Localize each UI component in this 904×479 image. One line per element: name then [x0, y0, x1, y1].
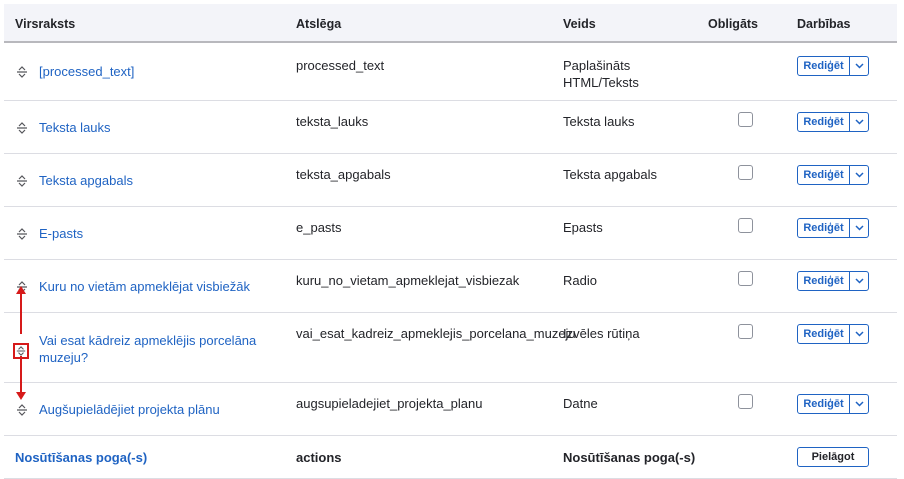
- column-header-key: Atslēga: [296, 17, 342, 31]
- drag-handle-icon[interactable]: [16, 280, 28, 294]
- actions-key: actions: [296, 450, 342, 465]
- column-header-operations: Darbības: [797, 17, 851, 31]
- operations-dropbutton: Rediģēt: [797, 394, 869, 414]
- required-checkbox[interactable]: [738, 324, 753, 339]
- element-key: teksta_lauks: [296, 114, 369, 129]
- edit-button[interactable]: Rediģēt: [798, 166, 849, 184]
- element-title-link[interactable]: Teksta apgabals: [39, 172, 133, 189]
- chevron-down-icon[interactable]: [849, 166, 868, 184]
- element-title-link[interactable]: [processed_text]: [39, 63, 134, 80]
- table-row: Augšupielādējiet projekta plānu augsupie…: [4, 383, 897, 436]
- drag-handle-icon[interactable]: [16, 174, 28, 188]
- edit-button[interactable]: Rediģēt: [798, 325, 849, 343]
- chevron-down-icon[interactable]: [849, 57, 868, 75]
- element-type: Paplašināts HTML/Teksts: [563, 58, 639, 90]
- actions-title-link[interactable]: Nosūtīšanas poga(-s): [15, 449, 147, 466]
- edit-button[interactable]: Rediģēt: [798, 57, 849, 75]
- operations-dropbutton: Rediģēt: [797, 324, 869, 344]
- element-title-link[interactable]: Vai esat kādreiz apmeklējis porcelāna mu…: [39, 332, 256, 366]
- element-key: processed_text: [296, 58, 385, 73]
- element-title-link[interactable]: Teksta lauks: [39, 119, 111, 136]
- element-key: vai_esat_kadreiz_apmeklejis_porcelana_mu…: [296, 326, 576, 341]
- element-type: Teksta lauks: [563, 114, 635, 129]
- table-header: Virsraksts Atslēga Veids Obligāts Darbīb…: [4, 4, 897, 43]
- table-row: Teksta apgabals teksta_apgabals Teksta a…: [4, 154, 897, 207]
- element-key: kuru_no_vietam_apmeklejat_visbiezak: [296, 273, 520, 288]
- chevron-down-icon[interactable]: [849, 395, 868, 413]
- table-row: [processed_text] processed_text Paplašin…: [4, 43, 897, 101]
- element-title-link[interactable]: E-pasts: [39, 225, 83, 242]
- element-type: Teksta apgabals: [563, 167, 657, 182]
- drag-handle-icon[interactable]: [16, 121, 28, 135]
- table-row: Kuru no vietām apmeklējat visbiežāk kuru…: [4, 260, 897, 313]
- operations-dropbutton: Rediģēt: [797, 112, 869, 132]
- required-checkbox[interactable]: [738, 218, 753, 233]
- chevron-down-icon[interactable]: [849, 272, 868, 290]
- drag-handle-icon[interactable]: [16, 227, 28, 241]
- chevron-down-icon[interactable]: [849, 219, 868, 237]
- webform-elements-table: Virsraksts Atslēga Veids Obligāts Darbīb…: [4, 4, 897, 479]
- element-type: Datne: [563, 396, 598, 411]
- required-checkbox[interactable]: [738, 165, 753, 180]
- element-key: e_pasts: [296, 220, 342, 235]
- element-type: Radio: [563, 273, 597, 288]
- operations-dropbutton: Rediģēt: [797, 271, 869, 291]
- table-row-actions: Nosūtīšanas poga(-s) actions Nosūtīšanas…: [4, 436, 897, 479]
- operations-dropbutton: Rediģēt: [797, 56, 869, 76]
- edit-button[interactable]: Rediģēt: [798, 395, 849, 413]
- drag-handle-icon[interactable]: [16, 65, 28, 79]
- element-type: Izvēles rūtiņa: [563, 326, 640, 341]
- table-row: E-pasts e_pasts Epasts Rediģēt: [4, 207, 897, 260]
- element-title-link[interactable]: Augšupielādējiet projekta plānu: [39, 401, 220, 418]
- column-header-title: Virsraksts: [15, 17, 76, 31]
- edit-button[interactable]: Rediģēt: [798, 113, 849, 131]
- customize-button[interactable]: Pielāgot: [797, 447, 869, 467]
- drag-handle-icon[interactable]: [13, 343, 29, 359]
- chevron-down-icon[interactable]: [849, 113, 868, 131]
- element-type: Epasts: [563, 220, 603, 235]
- edit-button[interactable]: Rediģēt: [798, 272, 849, 290]
- element-key: teksta_apgabals: [296, 167, 391, 182]
- element-key: augsupieladejiet_projekta_planu: [296, 396, 483, 411]
- required-checkbox[interactable]: [738, 271, 753, 286]
- chevron-down-icon[interactable]: [849, 325, 868, 343]
- drag-handle-icon[interactable]: [16, 403, 28, 417]
- table-row: Teksta lauks teksta_lauks Teksta lauks R…: [4, 101, 897, 154]
- column-header-required: Obligāts: [708, 17, 759, 31]
- actions-type: Nosūtīšanas poga(-s): [563, 450, 696, 465]
- table-row: Vai esat kādreiz apmeklējis porcelāna mu…: [4, 313, 897, 383]
- edit-button[interactable]: Rediģēt: [798, 219, 849, 237]
- operations-dropbutton: Rediģēt: [797, 218, 869, 238]
- column-header-type: Veids: [563, 17, 596, 31]
- operations-dropbutton: Rediģēt: [797, 165, 869, 185]
- element-title-link[interactable]: Kuru no vietām apmeklējat visbiežāk: [39, 278, 250, 295]
- required-checkbox[interactable]: [738, 112, 753, 127]
- required-checkbox[interactable]: [738, 394, 753, 409]
